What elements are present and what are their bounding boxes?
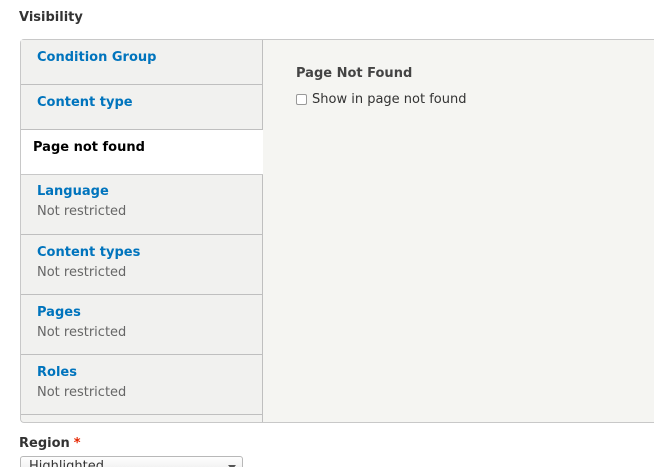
vertical-tabs: Condition Group Content type Page not fo… — [20, 39, 654, 423]
tab-label[interactable]: Pages — [37, 305, 262, 321]
pane-title: Page Not Found — [296, 66, 413, 81]
tab-summary: Not restricted — [37, 204, 127, 219]
show-in-page-not-found-checkbox[interactable] — [296, 94, 307, 105]
tab-label[interactable]: Condition Group — [37, 50, 262, 66]
required-marker: * — [73, 436, 81, 451]
tab-language[interactable]: Language Not restricted — [21, 175, 262, 235]
tab-summary: Not restricted — [37, 325, 127, 340]
tab-page-not-found[interactable]: Page not found — [21, 130, 263, 175]
vertical-tab-pane: Page Not Found Show in page not found — [263, 40, 654, 422]
tab-label[interactable]: Language — [37, 184, 262, 200]
region-label: Region * — [19, 436, 81, 451]
tab-summary: Not restricted — [37, 265, 127, 280]
region-select[interactable]: Highlighted — [20, 456, 243, 467]
tab-content-types[interactable]: Content types Not restricted — [21, 235, 262, 295]
visibility-heading: Visibility — [19, 10, 83, 25]
tab-condition-group[interactable]: Condition Group — [21, 40, 262, 85]
tab-label[interactable]: Content type — [37, 95, 262, 111]
block-settings-page: Visibility Condition Group Content type … — [0, 0, 654, 467]
tab-label[interactable]: Content types — [37, 245, 262, 261]
checkbox-label[interactable]: Show in page not found — [312, 92, 466, 107]
tab-content-type[interactable]: Content type — [21, 85, 262, 130]
tab-label[interactable]: Page not found — [33, 140, 263, 156]
show-in-page-not-found-option[interactable]: Show in page not found — [296, 92, 466, 107]
tab-summary: Not restricted — [37, 385, 127, 400]
vertical-tabs-menu: Condition Group Content type Page not fo… — [21, 40, 263, 422]
tab-roles[interactable]: Roles Not restricted — [21, 355, 262, 415]
tab-label[interactable]: Roles — [37, 365, 262, 381]
region-label-text: Region — [19, 436, 70, 451]
tab-pages[interactable]: Pages Not restricted — [21, 295, 262, 355]
region-selected-value: Highlighted — [29, 459, 104, 467]
